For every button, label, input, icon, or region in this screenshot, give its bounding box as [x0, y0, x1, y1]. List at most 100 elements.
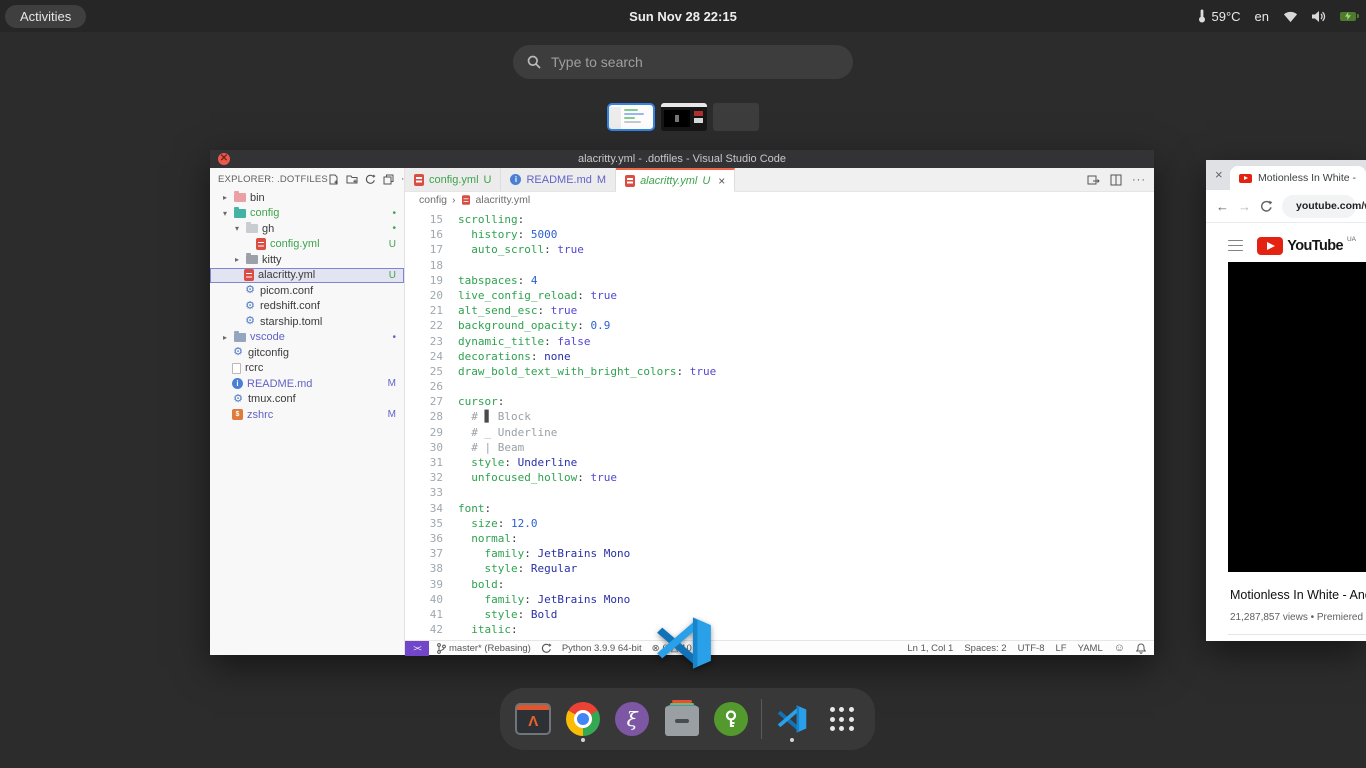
back-icon[interactable]: ←: [1216, 199, 1229, 214]
status-item[interactable]: LF: [1056, 643, 1067, 654]
line-number: 16: [405, 227, 443, 242]
breadcrumb-folder[interactable]: config: [419, 194, 447, 206]
editor-tab-alacritty.yml[interactable]: alacritty.ymlU×: [616, 168, 735, 192]
chrome-window[interactable]: × Motionless In White - ← → youtube.com/…: [1206, 160, 1366, 641]
open-changes-icon[interactable]: [1087, 174, 1100, 186]
new-file-icon[interactable]: [328, 174, 339, 185]
collapse-folders-icon[interactable]: [383, 174, 394, 185]
battery-charging-icon: [1340, 12, 1356, 21]
file-tree-item-picom.conf[interactable]: ⚙picom.conf: [210, 283, 404, 299]
dock-alacritty-icon[interactable]: Λ: [514, 696, 552, 742]
git-branch-status[interactable]: master* (Rebasing): [437, 643, 531, 654]
code-line: 28 # ▋ Block: [405, 409, 1154, 424]
code-line: 34font:: [405, 501, 1154, 516]
browser-tab[interactable]: Motionless In White -: [1230, 166, 1366, 190]
clock[interactable]: Sun Nov 28 22:15: [629, 9, 737, 24]
file-tree-item-redshift.conf[interactable]: ⚙redshift.conf: [210, 299, 404, 315]
file-tree-item-gitconfig[interactable]: ⚙gitconfig: [210, 345, 404, 361]
editor-tab-config.yml[interactable]: config.ymlU: [405, 168, 501, 191]
status-item[interactable]: YAML: [1078, 643, 1103, 654]
editor-tab-README.md[interactable]: iREADME.mdM: [501, 168, 616, 191]
refresh-icon[interactable]: [365, 174, 376, 185]
file-tree-item-README.md[interactable]: iREADME.mdM: [210, 376, 404, 392]
line-text: background_opacity: 0.9: [458, 318, 610, 333]
status-item[interactable]: Ln 1, Col 1: [907, 643, 953, 654]
mini-line: [624, 117, 635, 119]
workspace-thumbnail-empty[interactable]: [713, 103, 759, 131]
system-status-area[interactable]: 59°C en: [1198, 9, 1356, 24]
gear-icon: ⚙: [244, 286, 256, 296]
line-number: 23: [405, 334, 443, 349]
dock-chrome-icon[interactable]: [563, 696, 601, 742]
remote-indicator[interactable]: ><: [405, 641, 429, 656]
workspace-thumbnail-youtube[interactable]: [661, 103, 707, 131]
running-indicator: [581, 738, 585, 742]
status-item[interactable]: UTF-8: [1018, 643, 1045, 654]
video-title: Motionless In White - Anot: [1230, 588, 1366, 602]
line-text: live_config_reload: true: [458, 288, 617, 303]
dock-app-grid-icon[interactable]: [823, 696, 861, 742]
search-input[interactable]: [551, 54, 839, 70]
file-tree-item-starship.toml[interactable]: ⚙starship.toml: [210, 314, 404, 330]
python-interpreter[interactable]: Python 3.9.9 64-bit: [562, 643, 642, 654]
volume-icon: [1312, 10, 1326, 23]
file-tree-item-gh[interactable]: ▾gh•: [210, 221, 404, 237]
vscode-window[interactable]: ✕ alacritty.yml - .dotfiles - Visual Stu…: [210, 150, 1154, 655]
git-status-badge: M: [388, 378, 396, 389]
activities-button[interactable]: Activities: [5, 5, 86, 28]
mini-figure: [675, 115, 679, 122]
editor-more-actions-icon[interactable]: ···: [1132, 174, 1146, 186]
explorer-sidebar: EXPLORER: .DOTFILES ··· ▸bin▾config•▾gh•…: [210, 168, 405, 655]
dock-emacs-icon[interactable]: ξ: [613, 696, 651, 742]
youtube-logo[interactable]: YouTube UA: [1257, 237, 1356, 255]
sync-icon[interactable]: [541, 643, 552, 654]
file-tree-item-zshrc[interactable]: $zshrcM: [210, 407, 404, 423]
wifi-icon: [1283, 10, 1298, 23]
tab-title: Motionless In White -: [1258, 172, 1356, 184]
file-tree-item-vscode[interactable]: ▸vscode•: [210, 330, 404, 346]
line-number: 42: [405, 622, 443, 637]
file-tree-item-bin[interactable]: ▸bin: [210, 190, 404, 206]
vscode-app-icon[interactable]: [652, 611, 716, 675]
close-tab-icon[interactable]: ×: [718, 174, 725, 188]
reload-icon[interactable]: [1260, 200, 1273, 213]
file-tree-item-config[interactable]: ▾config•: [210, 206, 404, 222]
youtube-region-label: UA: [1347, 236, 1356, 243]
dock-vscode-icon[interactable]: [773, 696, 811, 742]
file-tree-item-tmux.conf[interactable]: ⚙tmux.conf: [210, 392, 404, 408]
file-name: README.md: [247, 378, 384, 390]
workspace-thumbnail-vscode[interactable]: [607, 103, 655, 131]
video-meta: 21,287,857 views • Premiered Dec: [1230, 612, 1366, 623]
dock-keepass-icon[interactable]: [712, 696, 750, 742]
breadcrumb-file[interactable]: alacritty.yml: [476, 194, 531, 206]
dock-files-icon[interactable]: [662, 696, 700, 742]
close-window-icon[interactable]: ✕: [218, 153, 230, 165]
code-line: 20live_config_reload: true: [405, 288, 1154, 303]
youtube-wordmark: YouTube: [1287, 237, 1343, 255]
code-line: 26: [405, 379, 1154, 394]
line-text: # _ Underline: [458, 425, 557, 440]
gnome-top-bar: Activities Sun Nov 28 22:15 59°C en: [0, 0, 1366, 32]
breadcrumb[interactable]: config › alacritty.yml: [405, 192, 1154, 208]
split-editor-icon[interactable]: [1110, 174, 1122, 186]
file-tree-item-alacritty.yml[interactable]: alacritty.ymlU: [210, 268, 404, 284]
line-text: draw_bold_text_with_bright_colors: true: [458, 364, 716, 379]
file-tree-item-kitty[interactable]: ▸kitty: [210, 252, 404, 268]
editor-tab-bar: config.ymlUiREADME.mdMalacritty.ymlU× ··…: [405, 168, 1154, 192]
file-tree-item-rcrc[interactable]: rcrc: [210, 361, 404, 377]
address-bar[interactable]: youtube.com/wa: [1282, 195, 1356, 218]
menu-icon[interactable]: [1228, 240, 1243, 252]
feedback-icon[interactable]: ☺: [1114, 642, 1125, 654]
line-number: 17: [405, 242, 443, 257]
code-editor[interactable]: 15scrolling:16 history: 500017 auto_scro…: [405, 208, 1154, 640]
new-folder-icon[interactable]: [346, 174, 358, 185]
overview-search[interactable]: [513, 45, 853, 79]
video-player[interactable]: [1228, 262, 1366, 572]
forward-icon[interactable]: →: [1238, 199, 1251, 214]
close-tab-icon[interactable]: ×: [1215, 167, 1223, 182]
git-status-badge: •: [392, 332, 396, 343]
notifications-bell-icon[interactable]: [1136, 643, 1146, 654]
chrome-toolbar: ← → youtube.com/wa: [1206, 190, 1366, 223]
status-item[interactable]: Spaces: 2: [964, 643, 1006, 654]
file-tree-item-config.yml[interactable]: config.ymlU: [210, 237, 404, 253]
